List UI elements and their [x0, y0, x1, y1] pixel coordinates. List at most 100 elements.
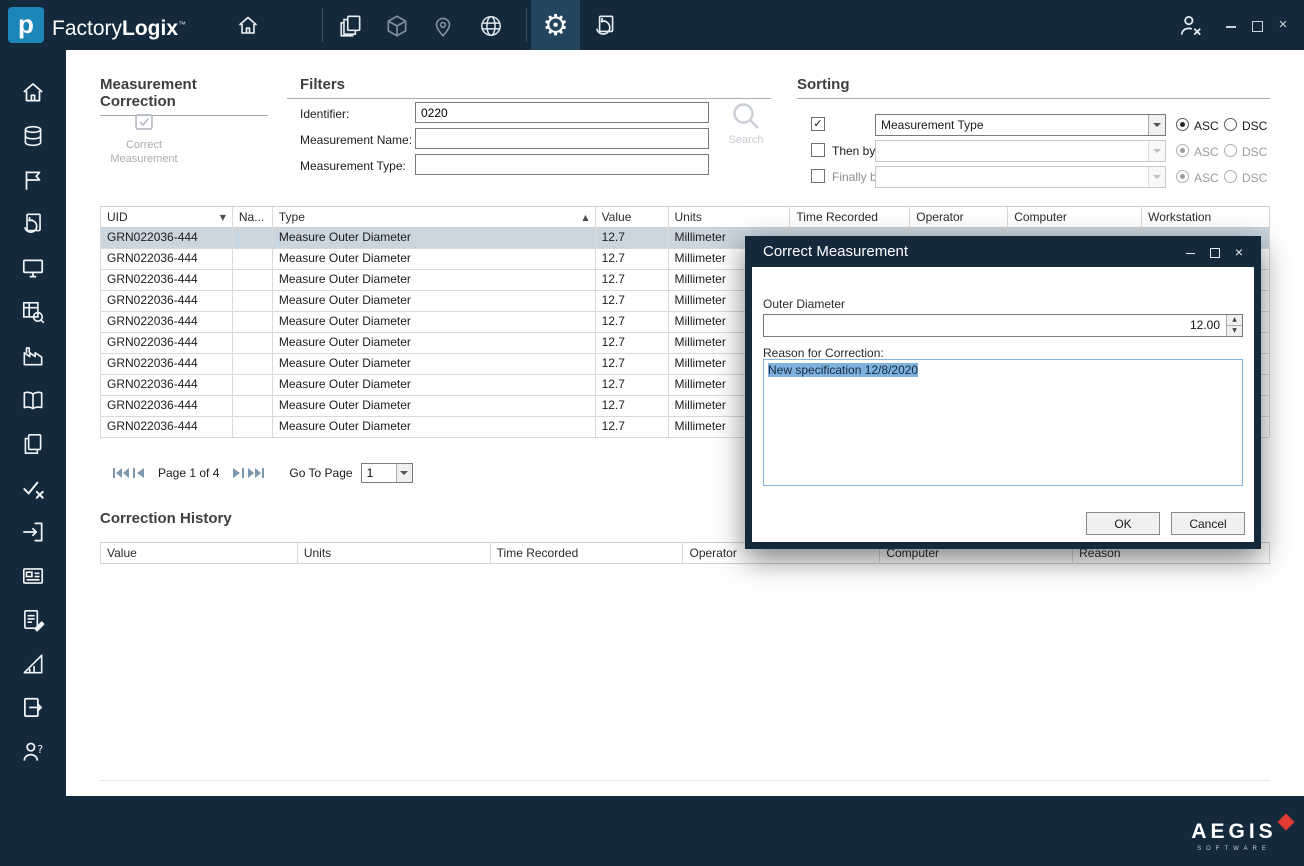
identifier-input[interactable]	[415, 102, 709, 123]
column-header-computer[interactable]: Computer	[1008, 207, 1142, 227]
data-management-icon	[20, 123, 46, 149]
first-page-button[interactable]	[112, 464, 130, 482]
dropdown-arrow-icon[interactable]	[1148, 115, 1165, 135]
table-cell: Measure Outer Diameter	[273, 375, 596, 395]
sidebar-item-kitting[interactable]	[0, 554, 66, 598]
home-icon	[20, 79, 46, 105]
brand-regular: Factory	[52, 17, 122, 40]
dialog-close-button[interactable]: ×	[1233, 246, 1245, 258]
previous-page-icon	[133, 467, 145, 479]
sort-finally-dropdown[interactable]	[875, 166, 1166, 188]
sidebar-item-data-management[interactable]	[0, 114, 66, 158]
correct-button-line2: Measurement	[110, 153, 177, 165]
table-cell	[233, 228, 273, 248]
history-column-time-recorded[interactable]: Time Recorded	[491, 543, 684, 563]
import-box-icon	[20, 519, 46, 545]
table-cell	[233, 291, 273, 311]
sort-primary-dropdown[interactable]: Measurement Type	[875, 114, 1166, 136]
location-pin-icon[interactable]	[430, 13, 456, 44]
dialog-minimize-button[interactable]	[1185, 246, 1197, 258]
minimize-button[interactable]	[1224, 18, 1238, 32]
sort-primary-dsc-radio[interactable]	[1224, 118, 1237, 131]
sidebar-item-edit-document[interactable]	[0, 598, 66, 642]
copy-icon	[20, 431, 46, 457]
sidebar-item-receiving[interactable]	[0, 510, 66, 554]
logo-letter: p	[18, 9, 34, 39]
dialog-maximize-button[interactable]	[1209, 246, 1221, 258]
revision-history-icon[interactable]	[592, 13, 618, 44]
search-button[interactable]: Search	[720, 100, 772, 146]
table-cell	[233, 249, 273, 269]
cancel-button[interactable]: Cancel	[1171, 512, 1245, 535]
correction-history-title: Correction History	[100, 510, 232, 527]
sidebar-item-production[interactable]	[0, 158, 66, 202]
table-cell	[233, 396, 273, 416]
column-header-type[interactable]: Type▲	[273, 207, 596, 227]
sidebar-item-quality[interactable]	[0, 466, 66, 510]
next-page-button[interactable]	[229, 464, 247, 482]
sidebar-item-user-support[interactable]: ?	[0, 730, 66, 774]
sidebar-item-data-search[interactable]	[0, 290, 66, 334]
column-header-units[interactable]: Units	[669, 207, 791, 227]
settings-tab-active[interactable]: ⚙	[531, 0, 580, 50]
sort-primary-checkbox[interactable]: ✓	[811, 117, 825, 131]
column-header-name[interactable]: Na...	[233, 207, 273, 227]
column-header-value[interactable]: Value	[596, 207, 669, 227]
sort-finally-dsc-radio[interactable]	[1224, 170, 1237, 183]
sidebar-item-design-tools[interactable]	[0, 642, 66, 686]
measurement-type-input[interactable]	[415, 154, 709, 175]
cad-package-icon[interactable]	[384, 13, 410, 44]
column-header-uid[interactable]: UID▼	[101, 207, 233, 227]
sidebar-item-documentation[interactable]	[0, 378, 66, 422]
column-header-workstation[interactable]: Workstation	[1142, 207, 1270, 227]
reason-textarea[interactable]: New specification 12/8/2020	[763, 359, 1243, 486]
dropdown-arrow-icon	[1148, 141, 1165, 161]
sort-then-asc-radio[interactable]	[1176, 144, 1189, 157]
globe-icon[interactable]	[478, 13, 504, 44]
sort-finally-checkbox[interactable]	[811, 169, 825, 183]
column-header-operator[interactable]: Operator	[910, 207, 1008, 227]
dsc-label: DSC	[1242, 119, 1267, 133]
spinner-up-icon[interactable]: ▲	[1227, 315, 1242, 325]
sort-then-dropdown[interactable]	[875, 140, 1166, 162]
sort-finally-asc-radio[interactable]	[1176, 170, 1189, 183]
sidebar-item-factory[interactable]	[0, 334, 66, 378]
home-icon[interactable]	[236, 13, 260, 42]
correct-measurement-icon	[132, 110, 156, 134]
history-column-value[interactable]: Value	[101, 543, 298, 563]
maximize-button[interactable]	[1250, 18, 1264, 32]
sidebar-item-export-document[interactable]	[0, 686, 66, 730]
measurement-type-label: Measurement Type:	[300, 159, 406, 173]
document-edit-icon	[20, 607, 46, 633]
sort-then-checkbox[interactable]	[811, 143, 825, 157]
filter-arrow-icon[interactable]: ▼	[220, 213, 226, 222]
ok-button[interactable]: OK	[1086, 512, 1160, 535]
sort-then-dsc-radio[interactable]	[1224, 144, 1237, 157]
document-arrow-icon	[20, 695, 46, 721]
last-page-icon	[248, 467, 264, 479]
previous-page-button[interactable]	[130, 464, 148, 482]
correct-measurement-button[interactable]: Correct Measurement	[102, 110, 186, 166]
dsc-label: DSC	[1242, 171, 1267, 185]
sort-primary-asc-radio[interactable]	[1176, 118, 1189, 131]
user-logout-icon[interactable]	[1178, 13, 1204, 44]
close-button[interactable]: ×	[1276, 18, 1290, 32]
sidebar-item-home[interactable]	[0, 70, 66, 114]
history-column-units[interactable]: Units	[298, 543, 491, 563]
documents-icon[interactable]	[338, 13, 364, 44]
sidebar-item-workstation[interactable]	[0, 246, 66, 290]
column-header-time-recorded[interactable]: Time Recorded	[790, 207, 910, 227]
asc-label: ASC	[1194, 119, 1219, 133]
sidebar-item-templates[interactable]	[0, 422, 66, 466]
topbar-divider	[322, 8, 323, 42]
measurement-name-input[interactable]	[415, 128, 709, 149]
factory-icon	[20, 343, 46, 369]
goto-page-select[interactable]: 1	[361, 463, 413, 483]
dialog-title-bar[interactable]: Correct Measurement ×	[745, 236, 1261, 267]
correction-history-table: Value Units Time Recorded Operator Compu…	[100, 542, 1270, 781]
spinner-down-icon[interactable]: ▼	[1227, 325, 1242, 336]
outer-diameter-input[interactable]: 12.00 ▲ ▼	[763, 314, 1243, 337]
dropdown-arrow-icon[interactable]	[396, 464, 412, 482]
last-page-button[interactable]	[247, 464, 265, 482]
sidebar-item-revisions[interactable]	[0, 202, 66, 246]
